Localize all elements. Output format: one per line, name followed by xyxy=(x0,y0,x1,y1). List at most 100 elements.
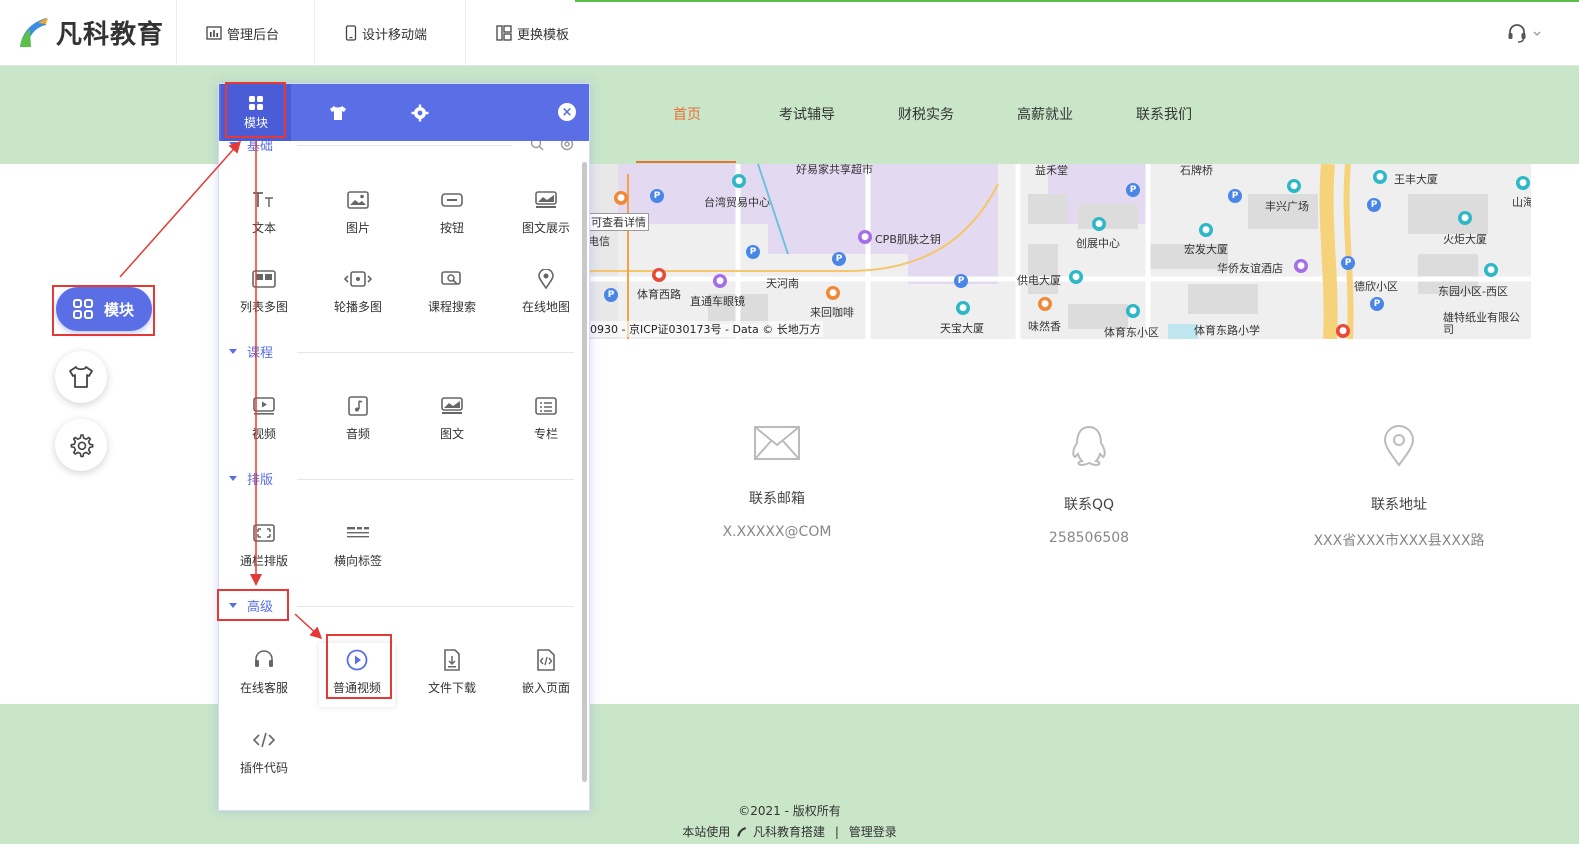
module-full-width-layout-label: 通栏排版 xyxy=(239,554,288,568)
section-course-title[interactable]: 课程 xyxy=(229,342,273,361)
gear-icon xyxy=(411,104,429,121)
module-column[interactable]: 专栏 xyxy=(501,389,581,449)
module-panel: 模块 × 基础 文本 图片 按钮 图文展示 列表多图 轮播多图 课程搜索 在线地… xyxy=(218,83,590,811)
module-graphic[interactable]: 图文 xyxy=(407,389,497,449)
editor-toolbar: 凡科教育 管理后台 设计移动端 更换模板 xyxy=(0,0,1579,66)
online-map[interactable]: 好易家共享超市 益禾堂 石牌桥 王丰大厦 台湾贸易中心 丰兴广场 可查看详情 电… xyxy=(588,164,1531,339)
map-parking-pin-icon: P xyxy=(1341,256,1355,270)
map-label: CPB肌肤之钥 xyxy=(875,233,941,246)
nav-contact[interactable]: 联系我们 xyxy=(1136,104,1192,124)
footer-built-with: 本站使用 xyxy=(682,825,731,839)
mobile-icon xyxy=(345,25,357,41)
module-graphic-label: 图文 xyxy=(439,427,464,441)
logo[interactable]: 凡科教育 xyxy=(16,14,164,50)
horizontal-tabs-icon xyxy=(347,527,369,538)
section-layout-label: 排版 xyxy=(247,473,274,488)
contact-address-title: 联系地址 xyxy=(1371,497,1427,513)
module-button[interactable]: 按钮 xyxy=(407,183,497,243)
panel-tab-settings[interactable] xyxy=(385,84,455,141)
footer-links: 本站使用 凡科教育搭建 | 管理登录 xyxy=(0,823,1579,840)
nav-tax-practice[interactable]: 财税实务 xyxy=(898,104,954,124)
module-horizontal-tabs[interactable]: 横向标签 xyxy=(313,516,403,576)
map-shop-pin-icon: ● xyxy=(858,230,872,244)
module-text[interactable]: 文本 xyxy=(219,183,309,243)
map-parking-pin-icon: P xyxy=(650,189,664,203)
contact-email-title: 联系邮箱 xyxy=(749,491,805,507)
module-image[interactable]: 图片 xyxy=(313,183,403,243)
map-parking-pin-icon: P xyxy=(1367,198,1381,212)
settings-small-icon[interactable] xyxy=(559,141,575,151)
bar-chart-icon xyxy=(206,26,222,40)
module-online-service-label: 在线客服 xyxy=(239,681,288,695)
module-online-service[interactable]: 在线客服 xyxy=(219,643,309,703)
module-online-map[interactable]: 在线地图 xyxy=(501,262,581,322)
map-poi-pin-icon: ● xyxy=(956,301,970,315)
map-poi-pin-icon: ● xyxy=(1092,217,1106,231)
image-text-icon xyxy=(441,397,463,414)
module-full-width-layout[interactable]: 通栏排版 xyxy=(219,516,309,576)
footer-admin-login[interactable]: 管理登录 xyxy=(849,825,897,839)
section-divider xyxy=(297,352,574,353)
map-label: 益禾堂 xyxy=(1035,164,1068,177)
module-file-download-label: 文件下载 xyxy=(427,681,476,695)
map-label: 东园小区-西区 xyxy=(1438,285,1508,298)
annotation-box-modules-tab xyxy=(225,82,286,138)
toolbar-admin-button[interactable]: 管理后台 xyxy=(206,0,279,66)
qq-icon xyxy=(1072,425,1106,467)
contact-email-value: X.XXXXX@COM xyxy=(722,524,832,540)
map-poi-pin-icon: ● xyxy=(1458,211,1472,225)
support-button[interactable] xyxy=(1506,22,1542,44)
loading-progress-line xyxy=(575,0,1579,2)
map-label: 王丰大厦 xyxy=(1394,173,1438,186)
module-list-images[interactable]: 列表多图 xyxy=(219,262,309,322)
nav-home[interactable]: 首页 xyxy=(673,104,701,124)
map-tooltip[interactable]: 可查看详情 xyxy=(588,213,649,231)
panel-scrollbar[interactable] xyxy=(582,162,587,782)
image-text-icon xyxy=(535,191,557,208)
nav-exam-tutoring[interactable]: 考试辅导 xyxy=(779,104,835,124)
section-course-label: 课程 xyxy=(247,346,274,361)
contact-qq-value: 258506508 xyxy=(1048,530,1130,546)
footer-builder[interactable]: 凡科教育搭建 xyxy=(753,825,825,839)
map-label: 石牌桥 xyxy=(1180,164,1213,177)
section-divider xyxy=(297,479,574,480)
module-video[interactable]: 视频 xyxy=(219,389,309,449)
location-icon xyxy=(538,269,554,289)
fab-settings-button[interactable] xyxy=(55,419,107,471)
module-list-images-label: 列表多图 xyxy=(239,300,288,314)
map-parking-pin-icon: P xyxy=(1370,297,1384,311)
logo-text: 凡科教育 xyxy=(56,19,165,50)
module-image-text[interactable]: 图文展示 xyxy=(501,183,581,243)
map-poi-pin-icon: ● xyxy=(1516,176,1530,190)
video-icon xyxy=(253,397,275,415)
module-text-label: 文本 xyxy=(251,221,276,235)
module-file-download[interactable]: 文件下载 xyxy=(407,643,497,703)
toolbar-template-button[interactable]: 更换模板 xyxy=(496,0,569,66)
map-poi-pin-icon: ● xyxy=(826,286,840,300)
map-label: 体育东路小学 xyxy=(1194,324,1260,337)
module-course-search[interactable]: 课程搜索 xyxy=(407,262,497,322)
toolbar-mobile-button[interactable]: 设计移动端 xyxy=(345,0,427,66)
caret-down-icon xyxy=(229,349,237,354)
module-audio[interactable]: 音频 xyxy=(313,389,403,449)
section-basic-label: 基础 xyxy=(247,141,274,154)
map-copyright: 0930 - 京ICP证030173号 - Data © 长地万方 xyxy=(588,321,823,337)
module-plugin-code[interactable]: 插件代码 xyxy=(219,723,309,783)
module-audio-label: 音频 xyxy=(345,427,370,441)
panel-close-button[interactable]: × xyxy=(558,103,576,121)
module-embed-page[interactable]: 嵌入页面 xyxy=(501,643,581,703)
section-basic-title[interactable]: 基础 xyxy=(229,141,273,154)
search-icon[interactable] xyxy=(530,141,544,151)
nav-high-salary[interactable]: 高薪就业 xyxy=(1017,104,1073,124)
module-carousel[interactable]: 轮播多图 xyxy=(313,262,403,322)
shirt-icon xyxy=(69,366,93,388)
section-layout-title[interactable]: 排版 xyxy=(229,469,273,488)
panel-tab-style[interactable] xyxy=(303,84,373,141)
module-carousel-label: 轮播多图 xyxy=(333,300,382,314)
module-image-text-label: 图文展示 xyxy=(521,221,570,235)
map-label: 华侨友谊酒店 xyxy=(1217,262,1283,275)
map-poi-pin-icon: ● xyxy=(1069,270,1083,284)
course-search-icon xyxy=(441,271,461,285)
fab-style-button[interactable] xyxy=(55,351,107,403)
module-video-label: 视频 xyxy=(251,427,276,441)
